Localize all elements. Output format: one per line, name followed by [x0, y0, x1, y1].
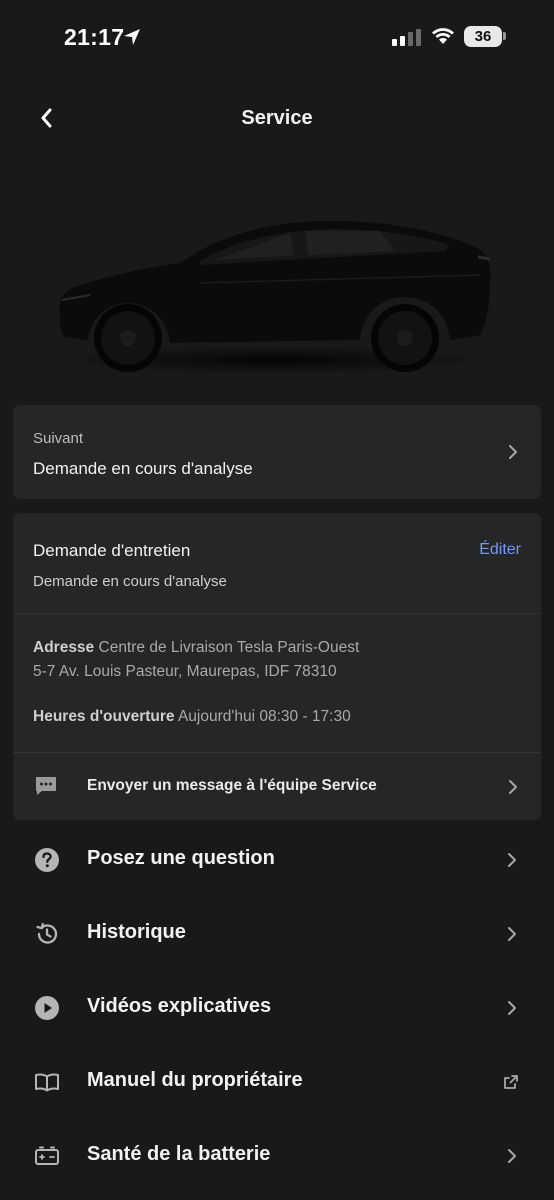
edit-button[interactable]: Éditer	[479, 541, 521, 559]
divider	[13, 613, 541, 614]
page-title: Service	[241, 107, 313, 129]
chevron-right-icon	[509, 780, 517, 794]
status-bar: 21:17 36	[0, 0, 554, 76]
vehicle-image	[59, 221, 491, 374]
play-circle-icon	[35, 996, 59, 1020]
address-block: Adresse Centre de Livraison Tesla Paris-…	[33, 636, 359, 684]
chevron-right-icon	[508, 1149, 516, 1163]
battery-nub	[503, 32, 506, 40]
question-circle-icon	[35, 848, 59, 872]
address-line2: 5-7 Av. Louis Pasteur, Maurepas, IDF 783…	[33, 663, 337, 680]
menu-item-label: Vidéos explicatives	[87, 995, 272, 1017]
service-request-card: Demande d'entretien Éditer Demande en co…	[13, 513, 541, 820]
hours-value: Aujourd'hui 08:30 - 17:30	[177, 708, 351, 725]
chevron-right-icon	[508, 1001, 516, 1015]
cellular-signal-icon	[392, 29, 421, 46]
menu-item-label: Manuel du propriétaire	[87, 1069, 303, 1091]
address-label: Adresse	[33, 639, 95, 656]
location-arrow-icon	[124, 29, 140, 45]
book-icon	[35, 1073, 59, 1092]
hours-label: Heures d'ouverture	[33, 708, 175, 725]
external-link-icon	[504, 1075, 518, 1089]
chat-bubble-icon	[36, 777, 56, 795]
menu-item-label: Historique	[87, 921, 186, 943]
next-step-value: Demande en cours d'analyse	[33, 459, 253, 478]
opening-hours: Heures d'ouverture Aujourd'hui 08:30 - 1…	[33, 708, 351, 726]
chevron-right-icon	[508, 927, 516, 941]
next-step-card[interactable]: Suivant Demande en cours d'analyse	[13, 405, 541, 499]
menu-item-battery-health[interactable]: Santé de la batterie	[0, 1119, 554, 1193]
menu-item-videos[interactable]: Vidéos explicatives	[0, 971, 554, 1045]
menu-item-label: Posez une question	[87, 847, 275, 869]
request-title: Demande d'entretien	[33, 541, 191, 560]
battery-health-icon	[35, 1146, 59, 1165]
address-line1: Centre de Livraison Tesla Paris-Ouest	[98, 639, 360, 656]
battery-indicator: 36	[464, 26, 502, 47]
message-service-label: Envoyer un message à l'équipe Service	[87, 777, 377, 794]
menu-item-owners-manual[interactable]: Manuel du propriétaire	[0, 1045, 554, 1119]
wifi-icon	[432, 28, 454, 44]
status-time: 21:17	[64, 24, 125, 50]
menu-item-label: Santé de la batterie	[87, 1143, 271, 1165]
chevron-right-icon	[509, 445, 517, 459]
chevron-right-icon	[508, 853, 516, 867]
request-status: Demande en cours d'analyse	[33, 573, 227, 590]
history-icon	[36, 922, 58, 944]
menu-item-ask-question[interactable]: Posez une question	[0, 823, 554, 897]
next-step-label: Suivant	[33, 430, 84, 447]
message-service-team-row[interactable]: Envoyer un message à l'équipe Service	[13, 753, 541, 819]
menu-item-history[interactable]: Historique	[0, 897, 554, 971]
